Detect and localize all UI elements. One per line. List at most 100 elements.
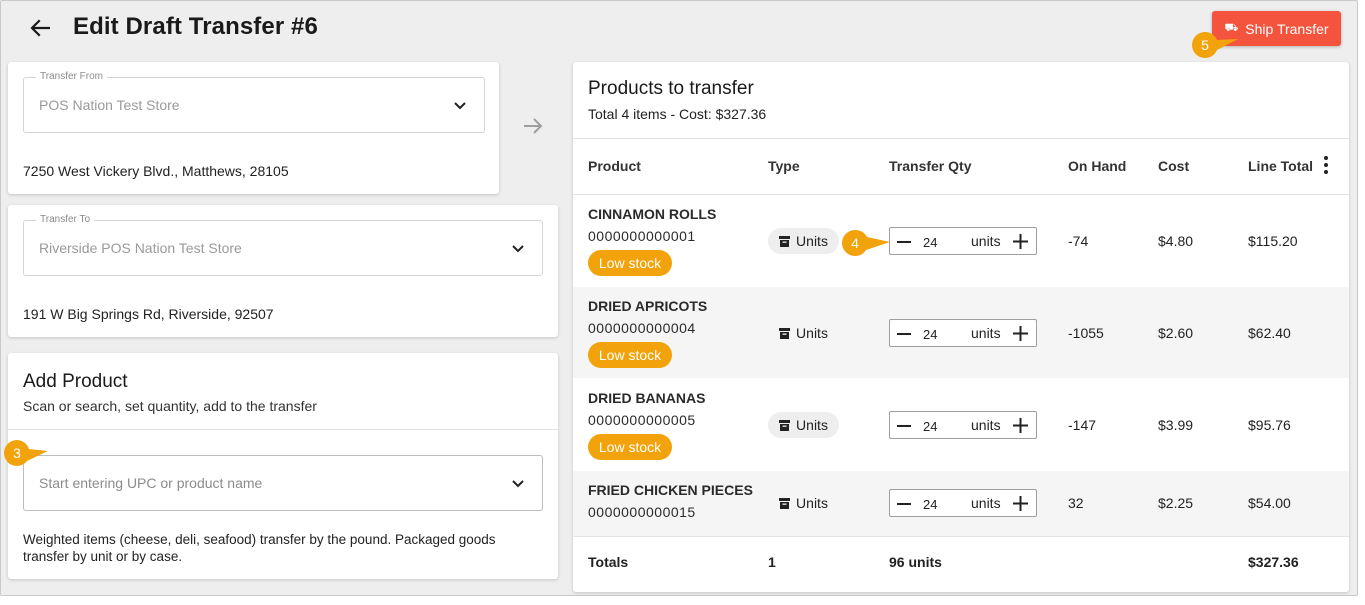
transfer-to-address: 191 W Big Springs Rd, Riverside, 92507: [23, 306, 274, 322]
on-hand-value: -74: [1068, 233, 1089, 249]
minus-icon[interactable]: [896, 326, 912, 342]
archive-icon: [779, 497, 791, 509]
line-total-value: $62.40: [1248, 325, 1291, 341]
totals-quantity: 96 units: [889, 554, 942, 570]
type-label: Units: [796, 325, 828, 341]
ship-transfer-label: Ship Transfer: [1245, 20, 1329, 37]
column-header-cost: Cost: [1158, 158, 1190, 174]
column-header-line-total: Line Total: [1248, 158, 1314, 174]
transfer-from-select[interactable]: Transfer From POS Nation Test Store: [23, 71, 485, 133]
page-title: Edit Draft Transfer #6: [73, 13, 318, 40]
product-upc: 0000000000005: [588, 412, 696, 428]
column-header-on-hand: On Hand: [1068, 158, 1127, 174]
cost-value: $2.60: [1158, 325, 1194, 341]
divider: [573, 536, 1349, 537]
column-header-product: Product: [588, 158, 641, 174]
cost-value: $2.25: [1158, 495, 1194, 511]
products-panel: Products to transfer Total 4 items - Cos…: [573, 62, 1349, 592]
product-name: CINNAMON ROLLS: [588, 206, 717, 222]
add-product-card: Add Product Scan or search, set quantity…: [8, 353, 558, 579]
add-product-subtitle: Scan or search, set quantity, add to the…: [23, 398, 317, 414]
quantity-value[interactable]: 24: [923, 419, 937, 434]
quantity-value[interactable]: 24: [923, 235, 937, 250]
table-row: FRIED CHICKEN PIECES 0000000000015 Units…: [573, 471, 1349, 536]
product-search-placeholder: Start entering UPC or product name: [39, 475, 263, 491]
add-product-title: Add Product: [23, 371, 128, 392]
transfer-to-card: Transfer To Riverside POS Nation Test St…: [8, 205, 558, 337]
quantity-value[interactable]: 24: [923, 497, 937, 512]
column-header-transfer-qty: Transfer Qty: [889, 158, 972, 174]
minus-icon[interactable]: [896, 234, 912, 250]
low-stock-badge: Low stock: [588, 250, 672, 276]
type-label: Units: [796, 417, 828, 433]
transfer-to-value: Riverside POS Nation Test Store: [39, 240, 242, 256]
minus-icon[interactable]: [896, 496, 912, 512]
archive-icon: [779, 235, 791, 247]
low-stock-badge: Low stock: [588, 434, 672, 460]
type-chip[interactable]: Units: [768, 228, 839, 254]
product-name: DRIED APRICOTS: [588, 298, 708, 314]
more-options-icon[interactable]: [1323, 155, 1329, 175]
quantity-stepper[interactable]: 24 units: [889, 319, 1037, 347]
arrow-left-icon: [30, 19, 50, 37]
low-stock-badge: Low stock: [588, 342, 672, 368]
chevron-down-icon: [512, 480, 524, 488]
cost-value: $4.80: [1158, 233, 1194, 249]
totals-label: Totals: [588, 554, 629, 570]
quantity-unit: units: [971, 495, 1001, 511]
plus-icon[interactable]: [1012, 325, 1029, 342]
archive-icon: [779, 419, 791, 431]
plus-icon[interactable]: [1012, 233, 1029, 250]
quantity-stepper[interactable]: 24 units: [889, 227, 1037, 255]
type-chip[interactable]: Units: [768, 412, 839, 438]
table-row: CINNAMON ROLLS 0000000000001 Low stock U…: [573, 195, 1349, 286]
product-search-input[interactable]: Start entering UPC or product name: [23, 455, 543, 511]
quantity-stepper[interactable]: 24 units: [889, 489, 1037, 517]
products-title: Products to transfer: [588, 78, 754, 99]
type-label: Units: [796, 495, 828, 511]
type-chip[interactable]: Units: [768, 320, 839, 346]
product-upc: 0000000000001: [588, 228, 696, 244]
column-header-type: Type: [768, 158, 800, 174]
back-button[interactable]: [27, 15, 53, 41]
callout-marker-5: 5: [1190, 31, 1238, 59]
archive-icon: [779, 327, 791, 339]
cost-value: $3.99: [1158, 417, 1194, 433]
chevron-down-icon: [454, 102, 466, 110]
on-hand-value: 32: [1068, 495, 1084, 511]
quantity-stepper[interactable]: 24 units: [889, 411, 1037, 439]
plus-icon[interactable]: [1012, 417, 1029, 434]
minus-icon[interactable]: [896, 418, 912, 434]
line-total-value: $54.00: [1248, 495, 1291, 511]
table-row: DRIED APRICOTS 0000000000004 Low stock U…: [573, 287, 1349, 378]
totals-line-total: $327.36: [1248, 554, 1299, 570]
products-summary: Total 4 items - Cost: $327.36: [588, 106, 767, 122]
plus-icon[interactable]: [1012, 495, 1029, 512]
divider: [573, 138, 1349, 139]
on-hand-value: -147: [1068, 417, 1097, 433]
callout-marker-4: 4: [840, 229, 890, 257]
type-chip[interactable]: Units: [768, 490, 839, 516]
type-label: Units: [796, 233, 828, 249]
product-name: FRIED CHICKEN PIECES: [588, 482, 753, 498]
product-name: DRIED BANANAS: [588, 390, 706, 406]
totals-types: 1: [768, 554, 776, 570]
callout-marker-3: 3: [2, 439, 48, 467]
transfer-from-value: POS Nation Test Store: [39, 97, 180, 113]
chevron-down-icon: [512, 245, 524, 253]
transfer-to-label: Transfer To: [36, 214, 95, 225]
quantity-unit: units: [971, 417, 1001, 433]
weighted-items-note: Weighted items (cheese, deli, seafood) t…: [23, 532, 496, 564]
line-total-value: $95.76: [1248, 417, 1291, 433]
divider: [8, 429, 558, 430]
transfer-to-select[interactable]: Transfer To Riverside POS Nation Test St…: [23, 214, 543, 276]
transfer-from-address: 7250 West Vickery Blvd., Matthews, 28105: [23, 163, 289, 179]
app-window: Edit Draft Transfer #6 ⛟ Ship Transfer T…: [0, 0, 1358, 596]
quantity-value[interactable]: 24: [923, 327, 937, 342]
transfer-from-card: Transfer From POS Nation Test Store 7250…: [8, 62, 499, 194]
product-upc: 0000000000004: [588, 320, 696, 336]
arrow-right-icon: [524, 118, 543, 134]
on-hand-value: -1055: [1068, 325, 1104, 341]
transfer-from-label: Transfer From: [36, 71, 107, 82]
line-total-value: $115.20: [1248, 233, 1298, 249]
